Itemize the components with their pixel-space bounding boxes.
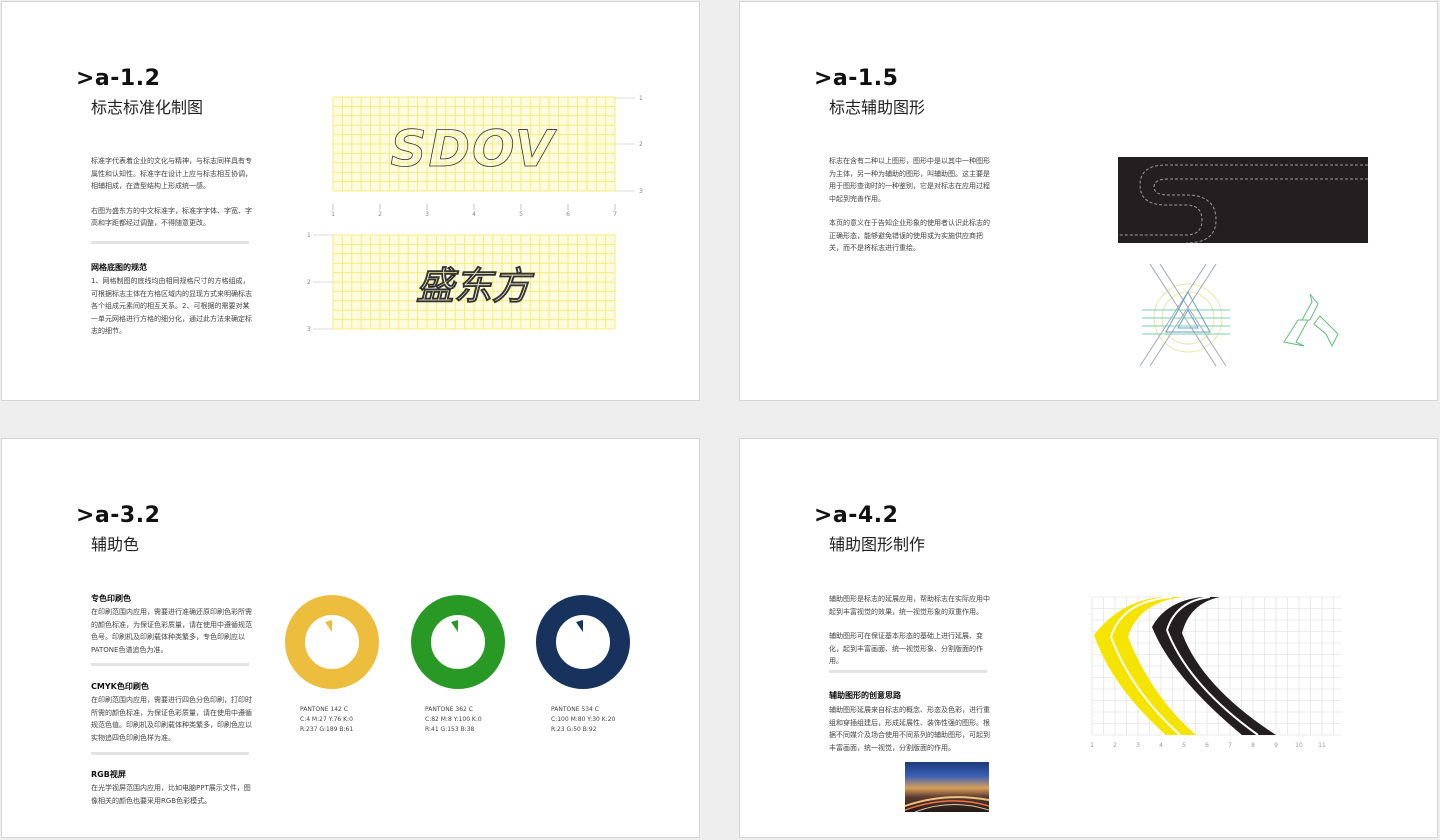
logo-outline: SDOV — [391, 120, 557, 178]
x-tick-label: 11 — [1318, 742, 1326, 749]
swatch-green — [411, 595, 505, 689]
logo-grid-drawing: 1 2 3 4 5 6 7 1 2 3 1 2 3 SDOV 盛东方 — [307, 95, 643, 333]
x-tick-label: 7 — [1228, 742, 1232, 749]
swatch-navy — [536, 595, 630, 689]
intro-text: 标志在含有二种以上图形，图形中是以其中一种图形为主体，另一种为辅助的图形，叫辅助… — [829, 155, 993, 267]
x-tick-label: 2 — [1113, 742, 1117, 749]
intro-paragraph: 标准字代表着企业的文化与精神，与标志同样具有专属性和认知性。标准字在设计上应与标… — [91, 157, 252, 190]
divider — [829, 670, 987, 673]
cmyk-value: C:82 M:8 Y:100 K:0 — [425, 716, 482, 723]
y-tick-label: 2 — [639, 141, 643, 148]
y-tick-label: 2 — [307, 279, 311, 286]
x-tick-label: 8 — [1251, 742, 1255, 749]
section-code: >a-1.2 — [76, 66, 161, 91]
x-tick-label: 3 — [425, 211, 429, 218]
swatch-label-green: PANTONE 362 C C:82 M:8 Y:100 K:0 R:41 G:… — [425, 705, 535, 735]
intro-text: 辅助图形是标志的延展应用，帮助标志在实际应用中起到丰富视觉的效果，统一视觉形象的… — [829, 593, 993, 680]
x-tick-label: 4 — [472, 211, 476, 218]
road-graphic-grid: 12345678910111234567 — [1090, 596, 1342, 749]
x-tick-label: 3 — [1136, 742, 1140, 749]
rgb-heading: RGB视屏 — [91, 770, 126, 779]
cmyk-text: 在印刷范围内应用，需要进行四色分色印刷，打印时所需的颜色标准，为保证色彩质量，请… — [91, 696, 252, 742]
divider — [91, 752, 249, 755]
sub-text: 辅助图形延展来自标志的概念、形态及色彩，进行重组和穿插组建后，形成延展性、装饰性… — [829, 706, 990, 752]
triangle-construction-graphic — [1139, 263, 1230, 367]
y-tick-label: 1 — [639, 95, 643, 102]
section-title: 标志标准化制图 — [91, 98, 204, 117]
rgb-text: 在光学视屏范围内应用，比如电脑PPT展示文件，图像相关的颜色也要采用RGB色彩模… — [91, 784, 251, 805]
x-tick-label: 2 — [378, 211, 382, 218]
intro-paragraph: 辅助图形可在保证基本形态的基础上进行延展、变化，起到丰富画面、统一视觉形象、分割… — [829, 632, 983, 665]
x-tick-label: 4 — [1159, 742, 1163, 749]
dark-logo-block — [1118, 157, 1368, 243]
x-tick-label: 5 — [1182, 742, 1186, 749]
divider — [91, 663, 249, 666]
section-title: 标志辅助图形 — [829, 98, 926, 117]
section-title: 辅助色 — [91, 535, 140, 554]
section-code: >a-4.2 — [814, 503, 899, 528]
section-code: >a-3.2 — [76, 503, 161, 528]
section-code: >a-1.5 — [814, 66, 899, 91]
x-tick-label: 6 — [566, 211, 570, 218]
pinwheel-outline-graphic — [1283, 293, 1339, 348]
swatch-label-yellow: PANTONE 142 C C:4 M:27 Y:76 K:0 R:237 G:… — [300, 705, 410, 735]
logo-cn-outline: 盛东方 — [416, 264, 535, 308]
rgb-value: R:237 G:189 B:61 — [300, 726, 354, 733]
panel-logo-grid: >a-1.2 标志标准化制图 标准字代表着企业的文化与精神，与标志同样具有专属性… — [1, 1, 700, 401]
spot-color-heading: 专色印刷色 — [91, 594, 131, 603]
cmyk-heading: CMYK色印刷色 — [91, 682, 149, 691]
sub-heading: 网格底图的规范 — [91, 263, 147, 272]
swatch-label-navy: PANTONE 534 C C:100 M:80 Y:30 K:20 R:23 … — [551, 705, 661, 735]
x-tick-label: 1 — [1090, 742, 1094, 749]
pantone-name: PANTONE 534 C — [551, 706, 599, 713]
x-tick-label: 7 — [613, 211, 617, 218]
rgb-value: R:41 G:153 B:38 — [425, 726, 475, 733]
city-night-photo — [905, 762, 989, 812]
sub-heading: 辅助图形的创意思路 — [829, 691, 901, 700]
x-tick-label: 1 — [331, 211, 335, 218]
pantone-name: PANTONE 142 C — [300, 706, 348, 713]
intro-paragraph: 标志在含有二种以上图形，图形中是以其中一种图形为主体，另一种为辅助的图形，叫辅助… — [829, 157, 990, 203]
divider — [91, 241, 249, 244]
y-tick-label: 1 — [307, 232, 311, 239]
x-tick-label: 6 — [1205, 742, 1209, 749]
y-tick-label: 3 — [307, 326, 311, 333]
x-tick-label: 9 — [1274, 742, 1278, 749]
x-tick-label: 10 — [1295, 742, 1303, 749]
y-tick-label: 3 — [639, 188, 643, 195]
rgb-value: R:23 G:50 B:92 — [551, 726, 597, 733]
sub-text: 1、网格制图的底线均由相同规格尺寸的方格组成，可根据标志主体在方格区域内的显现方… — [91, 277, 252, 335]
cmyk-value: C:4 M:27 Y:76 K:0 — [300, 716, 353, 723]
panel-graphic-construction: >a-4.2 辅助图形制作 辅助图形是标志的延展应用，帮助标志在实际应用中起到丰… — [739, 438, 1438, 838]
section-title: 辅助图形制作 — [829, 535, 926, 554]
intro-paragraph: 辅助图形是标志的延展应用，帮助标志在实际应用中起到丰富视觉的效果，统一视觉形象的… — [829, 595, 990, 616]
swatch-yellow — [285, 595, 379, 689]
x-tick-label: 5 — [519, 211, 523, 218]
panel-auxiliary-colors: >a-3.2 辅助色 专色印刷色 在印刷范围内应用，需要进行准确还原印刷色彩所需… — [1, 438, 700, 838]
intro-paragraph: 右图为盛东方的中文标准字，标准字字体、字宽、字高和字距都经过调整，不得随意更改。 — [91, 206, 252, 228]
intro-text: 标准字代表着企业的文化与精神，与标志同样具有专属性和认知性。标准字在设计上应与标… — [91, 155, 255, 242]
intro-paragraph: 本页的意义在于告知企业形象的使用者认识此标志的正确形态，能够避免错误的使用或为实… — [829, 219, 990, 252]
spot-color-text: 在印刷范围内应用，需要进行准确还原印刷色彩所需的颜色标准，为保证色彩质量，请在使… — [91, 608, 252, 654]
panel-auxiliary-graphic: >a-1.5 标志辅助图形 标志在含有二种以上图形，图形中是以其中一种图形为主体… — [739, 1, 1438, 401]
cmyk-value: C:100 M:80 Y:30 K:20 — [551, 716, 616, 723]
pantone-name: PANTONE 362 C — [425, 706, 473, 713]
